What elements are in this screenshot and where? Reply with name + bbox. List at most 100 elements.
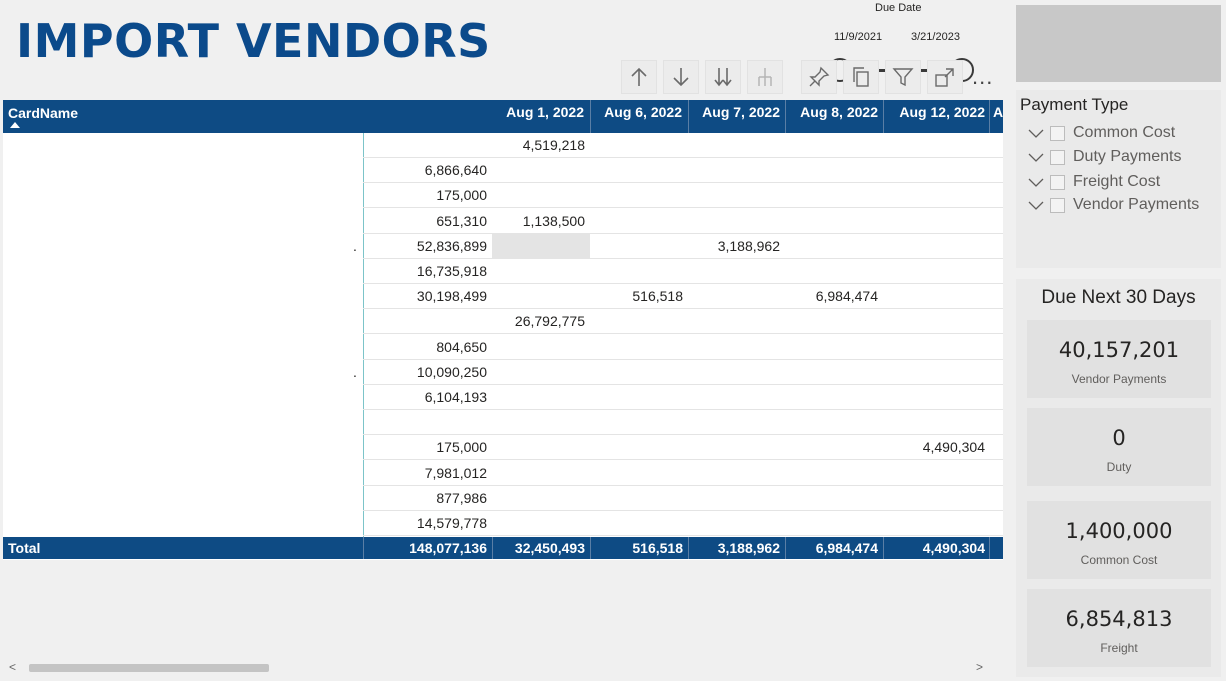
focus-mode-button[interactable]: [927, 60, 963, 94]
table-row[interactable]: 804,650: [3, 335, 1003, 360]
total-label: Total: [8, 540, 41, 556]
table-cell[interactable]: 175,000: [383, 187, 487, 203]
scroll-left-button[interactable]: <: [9, 660, 16, 674]
payment-type-item[interactable]: Vendor Payments: [1028, 194, 1199, 216]
filter-icon: [892, 68, 914, 87]
vendor-matrix: CardName Aug 1, 2022 Aug 6, 2022 Aug 7, …: [3, 100, 1003, 560]
hierarchy-icon: [758, 68, 772, 86]
table-row[interactable]: 175,000: [3, 183, 1003, 209]
column-header-date[interactable]: Aug 12, 2022: [877, 104, 985, 120]
payment-type-slicer: Payment Type Common Cost Duty Payments F…: [1016, 90, 1221, 268]
column-separator: [989, 537, 990, 559]
column-header-date[interactable]: Aug 7, 2022: [680, 104, 780, 120]
kpi-label: Common Cost: [1080, 553, 1158, 567]
chevron-down-icon[interactable]: [1028, 174, 1044, 190]
due-date-start[interactable]: 11/9/2021: [834, 31, 882, 43]
kpi-card-duty: 0 Duty: [1027, 408, 1211, 486]
table-row[interactable]: 26,792,775: [3, 309, 1003, 335]
chevron-down-icon[interactable]: [1028, 197, 1044, 213]
table-row[interactable]: 30,198,499 516,518 6,984,474: [3, 284, 1003, 310]
table-cell[interactable]: 7,981,012: [383, 465, 487, 481]
row-header-cell[interactable]: .: [353, 238, 357, 254]
table-cell[interactable]: 516,518: [590, 288, 683, 304]
table-cell[interactable]: 877,986: [383, 490, 487, 506]
table-cell[interactable]: 3,188,962: [688, 238, 780, 254]
column-separator: [363, 537, 364, 559]
sort-ascending-icon[interactable]: [10, 122, 20, 128]
column-separator: [989, 100, 990, 133]
drill-up-button[interactable]: [621, 60, 657, 94]
total-cell: 32,450,493: [514, 540, 585, 556]
total-cell: 148,077,136: [409, 540, 487, 556]
column-header-date[interactable]: A: [993, 104, 1003, 120]
row-divider: [363, 535, 1003, 536]
expand-hierarchy-button[interactable]: [747, 60, 783, 94]
payment-type-item[interactable]: Duty Payments: [1028, 146, 1181, 168]
pin-button[interactable]: [801, 60, 837, 94]
table-row[interactable]: 16,735,918: [3, 259, 1003, 284]
kpi-label: Duty: [1106, 460, 1132, 474]
drill-down-button[interactable]: [663, 60, 699, 94]
checkbox[interactable]: [1050, 149, 1065, 165]
total-cell: 516,518: [632, 540, 683, 556]
table-cell[interactable]: 1,138,500: [492, 213, 585, 229]
copy-button[interactable]: [843, 60, 879, 94]
due-next-30-days-panel: Due Next 30 Days 40,157,201 Vendor Payme…: [1016, 279, 1221, 677]
payment-type-label: Common Cost: [1073, 124, 1176, 141]
table-row[interactable]: [3, 410, 1003, 436]
kpi-value: 1,400,000: [1065, 519, 1173, 543]
table-cell[interactable]: 804,650: [383, 339, 487, 355]
checkbox[interactable]: [1050, 125, 1065, 141]
table-cell[interactable]: 16,735,918: [383, 263, 487, 279]
payment-type-title: Payment Type: [1020, 95, 1129, 114]
chevron-down-icon[interactable]: [1028, 125, 1044, 141]
chevron-down-icon[interactable]: [1028, 149, 1044, 165]
due-date-end[interactable]: 3/21/2023: [911, 31, 960, 43]
table-row[interactable]: 6,104,193: [3, 385, 1003, 410]
table-cell[interactable]: 26,792,775: [492, 313, 585, 329]
table-cell[interactable]: 4,490,304: [883, 439, 985, 455]
horizontal-scrollbar[interactable]: < >: [3, 660, 1003, 674]
column-header-date[interactable]: Aug 8, 2022: [778, 104, 878, 120]
expand-next-level-button[interactable]: [705, 60, 741, 94]
table-cell[interactable]: 14,579,778: [383, 515, 487, 531]
table-cell[interactable]: 6,984,474: [785, 288, 878, 304]
table-cell[interactable]: 6,104,193: [383, 389, 487, 405]
scroll-thumb[interactable]: [29, 664, 269, 672]
table-cell[interactable]: 30,198,499: [383, 288, 487, 304]
copy-icon: [853, 67, 869, 87]
table-row[interactable]: 651,310 1,138,500: [3, 209, 1003, 234]
table-cell[interactable]: 175,000: [383, 439, 487, 455]
payment-type-item[interactable]: Common Cost: [1028, 122, 1175, 144]
table-cell[interactable]: 651,310: [383, 213, 487, 229]
table-row[interactable]: 7,981,012: [3, 461, 1003, 486]
payment-type-item[interactable]: Freight Cost: [1028, 171, 1160, 193]
matrix-header: CardName Aug 1, 2022 Aug 6, 2022 Aug 7, …: [3, 100, 1003, 133]
table-row[interactable]: 6,866,640: [3, 158, 1003, 184]
pin-icon: [809, 66, 830, 87]
row-header-cell[interactable]: .: [353, 364, 357, 380]
column-header-date[interactable]: Aug 1, 2022: [484, 104, 584, 120]
table-cell[interactable]: 6,866,640: [383, 162, 487, 178]
table-cell[interactable]: 4,519,218: [492, 137, 585, 153]
filter-button[interactable]: [885, 60, 921, 94]
table-row[interactable]: . 52,836,899 3,188,962: [3, 233, 1003, 259]
table-row[interactable]: 877,986: [3, 486, 1003, 511]
table-cell[interactable]: 10,090,250: [383, 364, 487, 380]
drill-toolbar: [621, 60, 789, 94]
column-header-date[interactable]: Aug 6, 2022: [582, 104, 682, 120]
table-row[interactable]: . 10,090,250: [3, 360, 1003, 385]
total-cell: 4,490,304: [922, 540, 985, 556]
table-row[interactable]: 175,000 4,490,304: [3, 435, 1003, 461]
kpi-card-vendor-payments: 40,157,201 Vendor Payments: [1027, 320, 1211, 398]
page-title: IMPORT VENDORS: [16, 14, 491, 68]
table-cell[interactable]: 52,836,899: [383, 238, 487, 254]
checkbox[interactable]: [1050, 197, 1065, 213]
checkbox[interactable]: [1050, 174, 1065, 190]
more-options-button[interactable]: ...: [972, 64, 993, 90]
scroll-right-button[interactable]: >: [976, 660, 983, 674]
table-row[interactable]: 4,519,218: [3, 133, 1003, 158]
payment-type-label: Freight Cost: [1073, 173, 1161, 190]
table-row[interactable]: 14,579,778: [3, 511, 1003, 536]
column-header-cardname[interactable]: CardName: [8, 105, 78, 121]
